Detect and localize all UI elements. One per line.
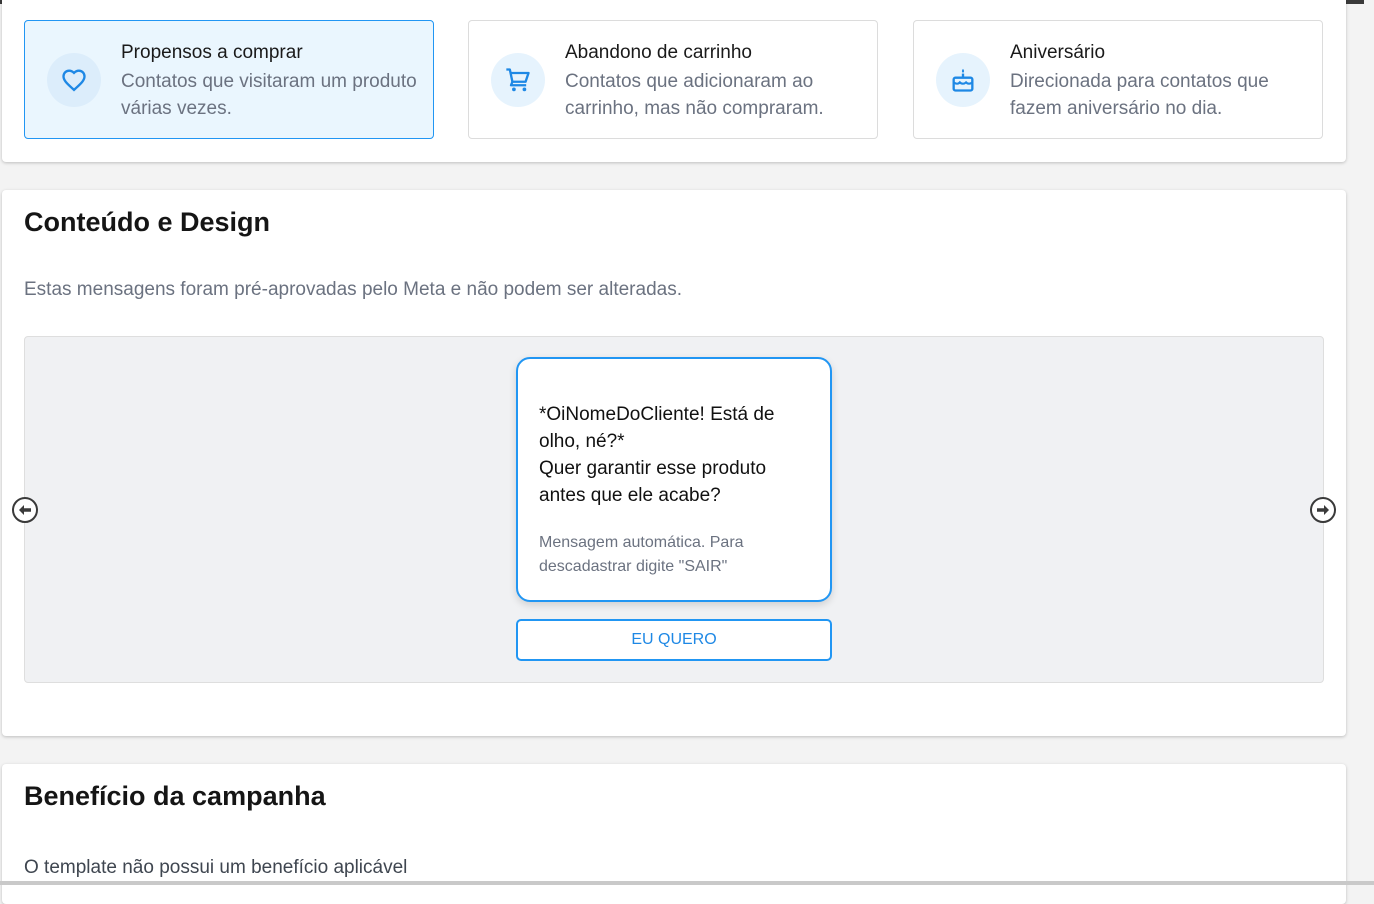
- cake-icon-wrapper: [936, 53, 990, 107]
- arrow-left-circle-icon[interactable]: [12, 497, 38, 523]
- benefit-section-title: Benefício da campanha: [24, 781, 326, 811]
- audience-option-description: Direcionada para contatos que fazem aniv…: [1010, 71, 1269, 119]
- audience-option-aniversario[interactable]: Aniversário Direcionada para contatos qu…: [913, 20, 1323, 139]
- scrollbar-track[interactable]: [1364, 0, 1374, 885]
- audience-option-abandono[interactable]: Abandono de carrinho Contatos que adicio…: [468, 20, 878, 139]
- message-body: *OiNomeDoCliente! Está de olho, né?* Que…: [539, 404, 775, 506]
- audience-option-description: Contatos que adicionaram ao carrinho, ma…: [565, 71, 824, 119]
- content-section-subtitle: Estas mensagens foram pré-aprovadas pelo…: [24, 279, 682, 300]
- content-section-title: Conteúdo e Design: [24, 207, 271, 237]
- message-bubble: *OiNomeDoCliente! Está de olho, né?* Que…: [516, 357, 832, 602]
- heart-icon: [62, 69, 86, 92]
- cart-icon-wrapper: [491, 53, 545, 107]
- eu-quero-button[interactable]: EU QUERO: [516, 619, 832, 661]
- audience-option-title: Aniversário: [1010, 42, 1106, 63]
- audience-option-propensos[interactable]: Propensos a comprar Contatos que visitar…: [24, 20, 434, 139]
- content-design-card: Conteúdo e Design Estas mensagens foram …: [2, 190, 1346, 736]
- audience-option-description: Contatos que visitaram um produto várias…: [121, 71, 417, 119]
- benefit-section-subtitle: O template não possui um benefício aplic…: [24, 857, 408, 878]
- arrow-right-circle-icon[interactable]: [1310, 497, 1336, 523]
- cake-icon: [952, 68, 974, 92]
- heart-icon-wrapper: [47, 53, 101, 107]
- audience-option-title: Propensos a comprar: [121, 42, 303, 63]
- cart-icon: [506, 68, 530, 92]
- message-footer: Mensagem automática. Para descadastrar d…: [539, 534, 744, 575]
- audience-option-title: Abandono de carrinho: [565, 42, 752, 63]
- message-preview-carousel: *OiNomeDoCliente! Está de olho, né?* Que…: [12, 336, 1336, 683]
- audience-card: Propensos a comprar Contatos que visitar…: [2, 0, 1346, 162]
- bottom-divider: [0, 881, 1374, 885]
